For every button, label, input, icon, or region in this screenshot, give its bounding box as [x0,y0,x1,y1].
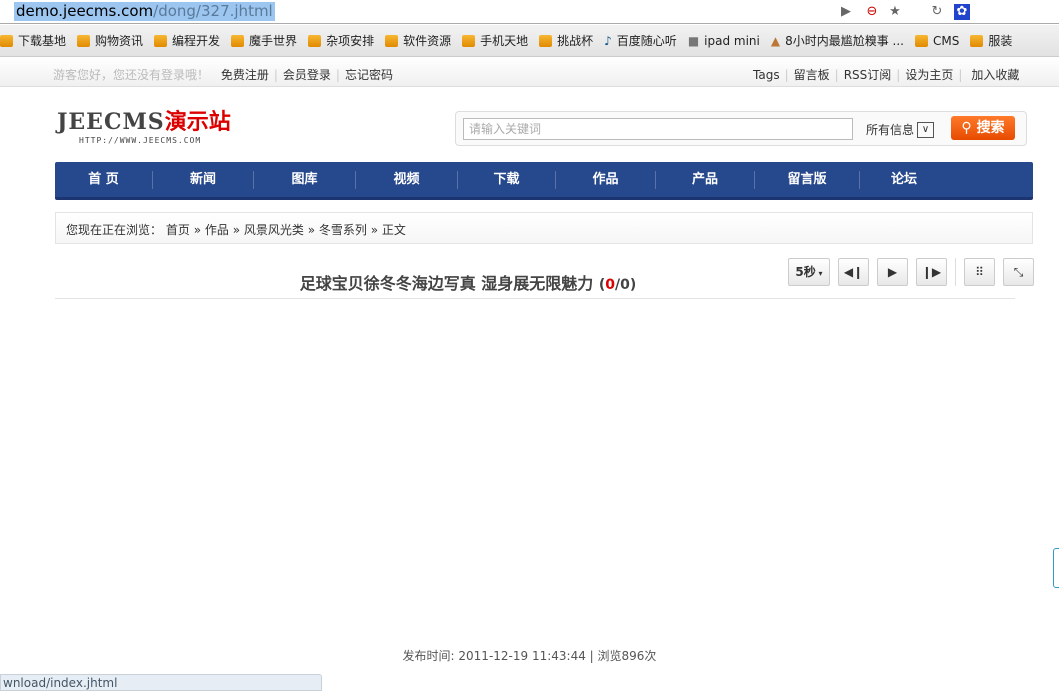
bookmark[interactable]: CMS [915,34,959,48]
bookmark[interactable]: 购物资讯 [77,32,143,49]
bookmark[interactable]: 魔手世界 [231,32,297,49]
bookmark[interactable]: 杂项安排 [308,32,374,49]
breadcrumb: 您现在正在浏览： 首页 » 作品 » 风景风光类 » 冬雪系列 » 正文 [55,212,1033,244]
breadcrumb-home[interactable]: 首页 [166,223,190,237]
folder-icon [915,34,928,47]
music-note-icon: ♪ [604,33,612,48]
folder-icon [385,34,399,47]
baidu-paw-icon[interactable]: ✿ [954,4,970,20]
chevron-down-icon: ∨ [917,121,935,138]
set-homepage-link[interactable]: 设为主页 [905,68,953,82]
interval-select[interactable]: 5秒 ▾ [788,258,830,286]
current-image-index: 0 [605,277,616,293]
folder-icon [154,34,168,47]
nav-item-guestbook[interactable]: 留言版 [755,171,860,189]
adblock-icon[interactable]: ⊖ [864,4,880,20]
folder-icon [77,34,91,47]
nav-item-download[interactable]: 下载 [458,171,556,189]
nav-item-works[interactable]: 作品 [556,171,656,189]
bookmark[interactable]: 编程开发 [154,32,220,49]
add-favorite-link[interactable]: 加入收藏 [971,68,1019,82]
divider [955,258,956,286]
guest-greeting: 游客您好，您还没有登录哦！ [53,68,210,82]
thumbnails-button[interactable]: ⠿ [964,258,995,286]
nav-item-forum[interactable]: 论坛 [860,171,948,189]
search-input[interactable] [463,118,853,140]
folder-icon [0,34,13,47]
register-link[interactable]: 免费注册 [221,68,269,82]
top-bar: 游客您好，您还没有登录哦！ 免费注册 | 会员登录 | 忘记密码 Tags | 留言板 | RS… [0,57,1059,87]
nav-item-products[interactable]: 产品 [656,171,755,189]
play-icon: ▶ [887,265,898,279]
nav-item-home[interactable]: 首 页 [55,171,153,189]
bookmark[interactable]: 手机天地 [462,32,528,49]
folder-icon [462,34,476,47]
bookmark[interactable]: ▲ 8小时内最尴尬糗事 ... [771,32,904,49]
breadcrumb-works[interactable]: 作品 [205,223,229,237]
bookmark[interactable]: 下载基地 [0,32,66,49]
address-bar[interactable]: demo.jeecms.com/dong/327.jhtml ▶ ⊖ ★ ↻ ✿ [0,0,1059,24]
bookmark[interactable]: ♪ 百度随心听 [604,32,677,49]
nav-item-video[interactable]: 视频 [356,171,458,189]
next-button[interactable]: ❙▶ [916,258,947,286]
next-icon: ❙▶ [921,265,942,279]
bookmark[interactable]: 挑战杯 [539,32,593,49]
bookmark[interactable]: 软件资源 [385,32,451,49]
total-images: 0 [620,277,630,293]
article-meta: 发布时间: 2011-12-19 11:43:44 | 浏览896次 [402,649,657,663]
rss-link[interactable]: RSS订阅 [844,68,892,82]
previous-button[interactable]: ◀❙ [838,258,869,286]
forgot-password-link[interactable]: 忘记密码 [345,68,393,82]
nav-item-gallery[interactable]: 图库 [254,171,356,189]
login-link[interactable]: 会员登录 [283,68,331,82]
breadcrumb-winter-snow[interactable]: 冬雪系列 [319,223,367,237]
play-icon[interactable]: ▶ [838,4,854,20]
search-scope-select[interactable]: 所有信息 ∨ [866,121,935,138]
article-title: 足球宝贝徐冬冬海边写真 湿身展无限魅力 (0/0) [299,274,637,293]
folder-icon [970,34,984,47]
site-logo[interactable]: JEECMS演示站 HTTP://WWW.JEECMS.COM [57,104,231,145]
guestbook-link[interactable]: 留言板 [794,68,830,82]
bookmark[interactable]: 服装 [970,32,1012,49]
chevron-down-icon: ▾ [815,269,823,278]
status-bar: wnload/index.jhtml [0,674,322,691]
star-icon[interactable]: ★ [887,4,903,20]
folder-icon [539,34,553,47]
reload-icon[interactable]: ↻ [929,4,945,20]
nav-item-news[interactable]: 新闻 [153,171,254,189]
url-field[interactable]: demo.jeecms.com/dong/327.jhtml [14,2,275,21]
fullscreen-icon: ⤡ [1013,265,1024,279]
search-button[interactable]: ⚲ 搜索 [951,116,1015,140]
folder-icon [231,34,245,47]
folder-icon [308,34,322,47]
tags-link[interactable]: Tags [753,68,780,82]
grid-icon: ⠿ [975,265,984,279]
fullscreen-button[interactable]: ⤡ [1003,258,1034,286]
search-icon: ⚲ [961,120,972,136]
breadcrumb-landscape[interactable]: 风景风光类 [244,223,304,237]
breadcrumb-current: 正文 [381,223,406,237]
search-box: 所有信息∨ ⚲ 搜索 [455,111,1027,146]
previous-icon: ◀❙ [843,265,864,279]
main-nav: 首 页 新闻 图库 视频 下载 作品 产品 留言版 论坛 [55,162,1033,200]
apple-icon: ■ [687,33,700,48]
play-button[interactable]: ▶ [877,258,908,286]
side-feedback-tab[interactable] [1053,548,1059,588]
poop-icon: ▲ [770,33,781,48]
bookmark[interactable]: ■ ipad mini [688,34,760,48]
divider [55,298,1015,299]
bookmarks-bar: 下载基地 购物资讯 编程开发 魔手世界 杂项安排 软件资源 手机天地 挑战杯 ♪… [0,25,1059,57]
